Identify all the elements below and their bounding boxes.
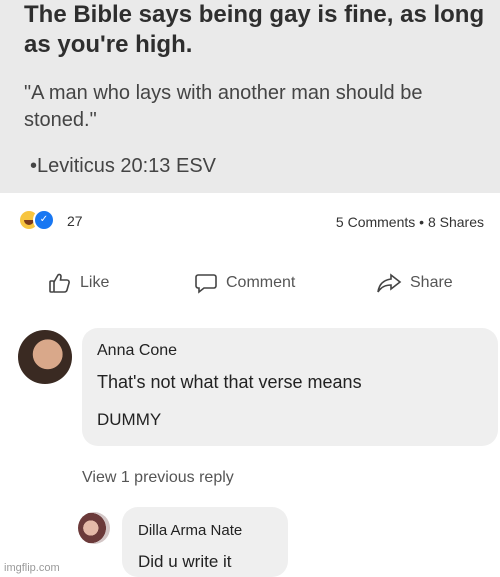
view-previous-replies-link[interactable]: View 1 previous reply [82,469,234,487]
avatar[interactable] [18,330,72,384]
post-image: The Bible says being gay is fine, as lon… [0,0,500,193]
post-headline: The Bible says being gay is fine, as lon… [24,1,485,58]
comment-author[interactable]: Anna Cone [97,342,177,360]
post-stats: 5 Comments • 8 Shares [336,214,484,230]
comment-button[interactable]: Comment [194,271,295,295]
post-quote: "A man who lays with another man should … [24,82,423,131]
comment-label: Comment [226,274,296,291]
like-label: Like [80,274,110,291]
comment-icon [194,271,218,295]
reply-author[interactable]: Dilla Arma Nate [138,522,242,539]
comment-text-line-2: DUMMY [97,410,162,429]
watermark: imgflip.com [4,562,60,574]
comments-count[interactable]: 5 Comments [336,214,415,230]
reply-text: Did u write it [138,552,232,571]
reactions-bar: ✓ 27 5 Comments • 8 Shares [0,205,500,241]
like-button[interactable]: Like [48,271,109,295]
like-reaction-icon: ✓ [33,209,55,231]
share-icon [376,271,402,295]
post-citation: •Leviticus 20:13 ESV [30,155,216,177]
thumbs-up-icon [48,271,72,295]
shares-count[interactable]: 8 Shares [428,214,484,230]
reply-avatar[interactable] [78,512,110,544]
share-button[interactable]: Share [376,271,453,295]
reaction-icons[interactable]: ✓ [20,209,55,231]
comment-text-line-1: That's not what that verse means [97,372,362,392]
share-label: Share [410,274,453,291]
stats-separator: • [419,214,425,230]
post-actions: Like Comment Share [0,265,500,305]
reaction-count[interactable]: 27 [67,213,83,229]
